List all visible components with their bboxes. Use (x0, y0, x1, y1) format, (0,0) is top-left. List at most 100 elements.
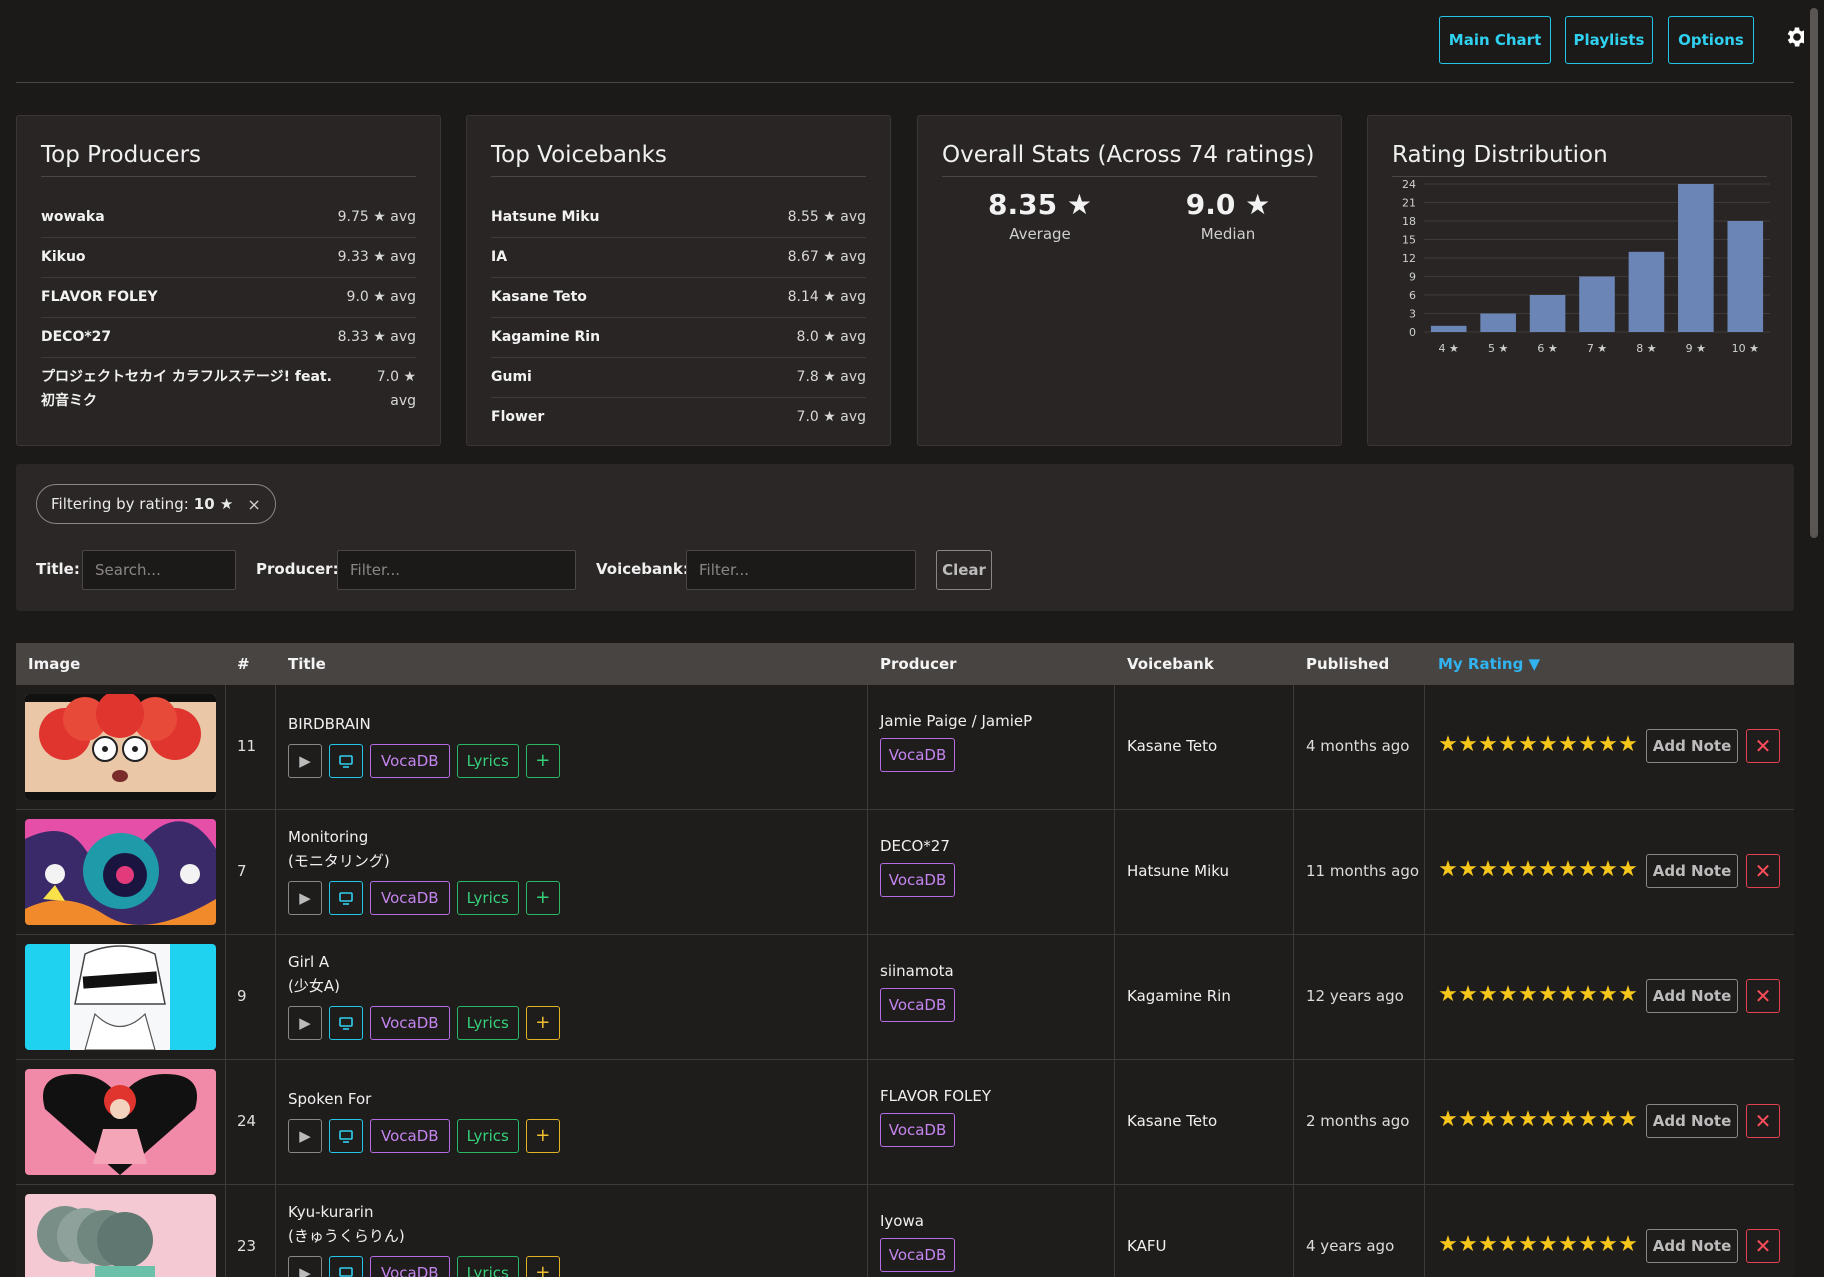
x-tick-label: 9 ★ (1686, 342, 1706, 355)
lyrics-link[interactable]: Lyrics (456, 1006, 519, 1040)
star-icon: ★ (1558, 982, 1578, 1007)
settings-gear-icon[interactable] (1784, 24, 1804, 50)
star-icon: ★ (1518, 732, 1538, 757)
col-producer[interactable]: Producer (880, 655, 957, 673)
video-button[interactable] (329, 1119, 363, 1153)
chart-bar[interactable] (1529, 295, 1566, 332)
voicebank-name: Hatsune Miku (491, 209, 600, 225)
play-button[interactable]: ▶ (288, 1256, 322, 1277)
star-rating[interactable]: ★ ★ ★ ★ ★ ★ ★ ★ ★ ★ (1438, 858, 1638, 882)
play-button[interactable]: ▶ (288, 881, 322, 915)
lyrics-link[interactable]: Lyrics (456, 744, 519, 778)
producer-vocadb-link[interactable]: VocaDB (880, 988, 955, 1022)
star-rating[interactable]: ★ ★ ★ ★ ★ ★ ★ ★ ★ ★ (1438, 983, 1638, 1007)
title-search-input[interactable] (82, 550, 236, 590)
video-button[interactable] (329, 1256, 363, 1277)
chart-bar[interactable] (1430, 325, 1467, 332)
delete-rating-button[interactable]: ✕ (1746, 979, 1780, 1013)
clear-filters-button[interactable]: Clear (936, 550, 992, 590)
video-button[interactable] (329, 881, 363, 915)
add-note-button[interactable]: Add Note (1646, 1104, 1738, 1138)
vocadb-link[interactable]: VocaDB (370, 1006, 450, 1040)
video-button[interactable] (329, 1006, 363, 1040)
add-to-playlist-button[interactable]: + (525, 1256, 560, 1277)
col-my-rating-sorted[interactable]: My Rating ▼ (1438, 655, 1540, 673)
main-chart-button[interactable]: Main Chart (1439, 16, 1551, 64)
add-note-button[interactable]: Add Note (1646, 854, 1738, 888)
song-title: Kyu-kurarin (288, 1203, 374, 1221)
add-note-button[interactable]: Add Note (1646, 979, 1738, 1013)
producer-vocadb-link[interactable]: VocaDB (880, 1113, 955, 1147)
x-tick-label: 4 ★ (1439, 342, 1459, 355)
col-title[interactable]: Title (288, 655, 326, 673)
star-rating[interactable]: ★ ★ ★ ★ ★ ★ ★ ★ ★ ★ (1438, 1108, 1638, 1132)
add-note-button[interactable]: Add Note (1646, 729, 1738, 763)
star-icon: ★ (1458, 732, 1478, 757)
chart-bar[interactable] (1480, 313, 1516, 333)
lyrics-link[interactable]: Lyrics (456, 881, 519, 915)
list-item: FLAVOR FOLEY 9.0 ★ avg (41, 278, 416, 318)
delete-rating-button[interactable]: ✕ (1746, 854, 1780, 888)
y-tick-label: 0 (1409, 326, 1416, 339)
star-icon: ★ (1618, 732, 1638, 757)
voicebank-name: Kasane Teto (491, 289, 587, 305)
producer-filter-input[interactable] (337, 550, 576, 590)
chart-bar[interactable] (1628, 251, 1665, 332)
add-note-button[interactable]: Add Note (1646, 1229, 1738, 1263)
song-rank: 24 (237, 1112, 257, 1130)
vocadb-link[interactable]: VocaDB (370, 1119, 450, 1153)
options-button[interactable]: Options (1668, 16, 1754, 64)
add-to-playlist-button[interactable]: + (525, 881, 560, 915)
col-rank[interactable]: # (237, 655, 250, 673)
rating-filter-chip[interactable]: Filtering by rating: 10 ★ × (36, 484, 276, 524)
song-subtitle: (モニタリング) (288, 852, 390, 870)
star-rating[interactable]: ★ ★ ★ ★ ★ ★ ★ ★ ★ ★ (1438, 733, 1638, 757)
chart-bar[interactable] (1727, 221, 1764, 332)
chart-bar[interactable] (1579, 276, 1615, 333)
delete-rating-button[interactable]: ✕ (1746, 1104, 1780, 1138)
voicebank-filter-input[interactable] (686, 550, 916, 590)
col-published[interactable]: Published (1306, 655, 1389, 673)
play-button[interactable]: ▶ (288, 1119, 322, 1153)
add-to-playlist-button[interactable]: + (525, 1006, 560, 1040)
star-rating[interactable]: ★ ★ ★ ★ ★ ★ ★ ★ ★ ★ (1438, 1233, 1638, 1257)
delete-rating-button[interactable]: ✕ (1746, 1229, 1780, 1263)
song-thumbnail[interactable] (25, 944, 216, 1050)
chart-bar[interactable] (1678, 184, 1714, 332)
chip-value: 10 ★ (193, 495, 234, 513)
producer-vocadb-link[interactable]: VocaDB (880, 738, 955, 772)
video-button[interactable] (329, 744, 363, 778)
producer-vocadb-link[interactable]: VocaDB (880, 1238, 955, 1272)
lyrics-link[interactable]: Lyrics (456, 1119, 519, 1153)
card-title: Top Voicebanks (491, 142, 866, 177)
song-thumbnail[interactable] (25, 694, 216, 800)
playlists-button[interactable]: Playlists (1565, 16, 1653, 64)
lyrics-link[interactable]: Lyrics (456, 1256, 519, 1277)
star-icon: ★ (1478, 857, 1498, 882)
song-thumbnail[interactable] (25, 819, 216, 925)
average-stat: 8.35 ★ Average (960, 188, 1120, 243)
vocadb-link[interactable]: VocaDB (370, 881, 450, 915)
delete-rating-button[interactable]: ✕ (1746, 729, 1780, 763)
add-to-playlist-button[interactable]: + (525, 1119, 560, 1153)
star-icon: ★ (1478, 1107, 1498, 1132)
song-thumbnail[interactable] (25, 1194, 216, 1277)
scrollbar-thumb[interactable] (1810, 8, 1818, 538)
remove-filter-icon[interactable]: × (247, 495, 260, 514)
producer-vocadb-link[interactable]: VocaDB (880, 863, 955, 897)
vocadb-link[interactable]: VocaDB (370, 1256, 450, 1277)
vocadb-link[interactable]: VocaDB (370, 744, 450, 778)
voicebank-name: Hatsune Miku (1127, 862, 1230, 880)
star-icon: ★ (1578, 1107, 1598, 1132)
col-voicebank[interactable]: Voicebank (1127, 655, 1214, 673)
song-thumbnail[interactable] (25, 1069, 216, 1175)
star-icon: ★ (1538, 1107, 1558, 1132)
producer-avg: 9.33 ★ avg (337, 249, 416, 265)
add-to-playlist-button[interactable]: + (525, 744, 560, 778)
overall-stats-card: Overall Stats (Across 74 ratings) 8.35 ★… (917, 115, 1342, 446)
voicebank-name: Kagamine Rin (1127, 987, 1231, 1005)
col-image[interactable]: Image (28, 655, 80, 673)
play-button[interactable]: ▶ (288, 744, 322, 778)
play-button[interactable]: ▶ (288, 1006, 322, 1040)
producer-cell: FLAVOR FOLEY VocaDB (880, 1087, 991, 1147)
